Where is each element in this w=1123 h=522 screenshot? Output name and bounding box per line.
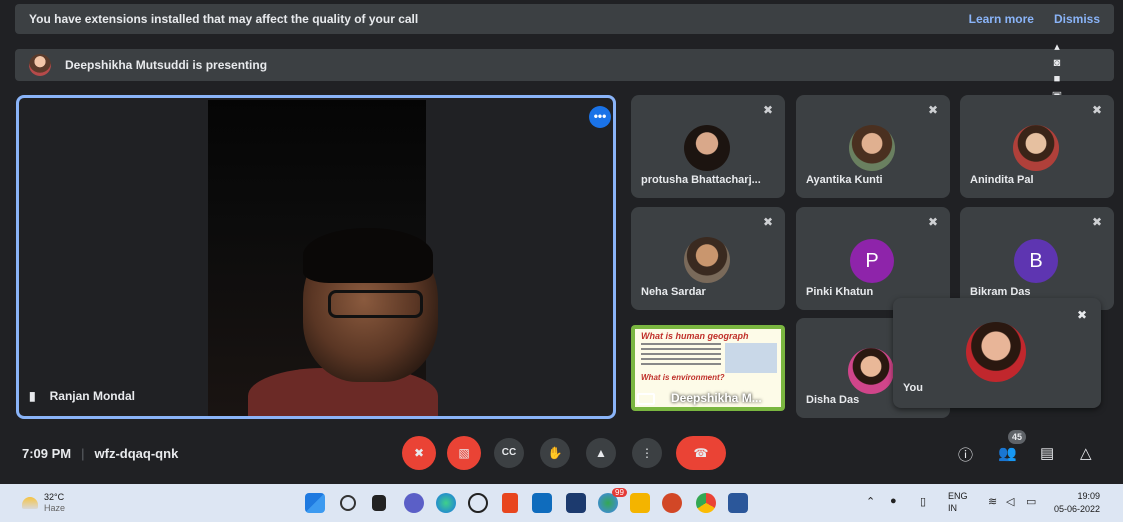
participant-photo: [684, 237, 730, 283]
participant-name: Anindita Pal: [970, 174, 1034, 186]
mic-off-icon: ✖: [762, 103, 773, 117]
mic-off-icon: ✖: [927, 103, 938, 117]
participant-name: Bikram Das: [970, 286, 1031, 298]
captions-button[interactable]: CC: [494, 438, 524, 468]
volume-icon[interactable]: ◁: [1006, 495, 1014, 508]
windows-taskbar: 32°C Haze 99 ⌃ ● ▯ ENG IN ≋ ◁ ▭ 19:09 05…: [0, 484, 1123, 522]
weather-condition: Haze: [44, 503, 66, 513]
weather-widget[interactable]: 32°C Haze: [22, 492, 65, 514]
office-icon[interactable]: [502, 493, 518, 513]
language-indicator[interactable]: ENG IN: [948, 490, 968, 514]
people-icon[interactable]: 👥: [998, 444, 1017, 462]
presentation-name: Deepshikha M...: [671, 391, 762, 405]
presenting-text: Deepshikha Mutsuddi is presenting: [65, 58, 268, 72]
dell-icon[interactable]: [468, 493, 488, 513]
activities-icon[interactable]: △: [1080, 444, 1092, 462]
media-icon[interactable]: [566, 493, 586, 513]
main-video-tile[interactable]: ••• ▮ Ranjan Mondal: [16, 95, 616, 419]
participant-name: Ayantika Kunti: [806, 174, 883, 186]
pin-icon[interactable]: ▮: [29, 389, 36, 403]
participant-photo: [1013, 125, 1059, 171]
system-clock[interactable]: 19:09 05-06-2022: [1054, 490, 1100, 516]
participant-photo: [684, 125, 730, 171]
presentation-tile[interactable]: What is human geograph What is environme…: [631, 325, 785, 411]
participant-tile[interactable]: ✖ protusha Bhattacharj...: [631, 95, 785, 198]
app-tray-icon[interactable]: ●: [890, 495, 897, 507]
task-view-icon[interactable]: [372, 495, 386, 511]
mic-off-icon: ✖: [927, 215, 938, 229]
dismiss-link[interactable]: Dismiss: [1054, 12, 1100, 26]
powerpoint-icon[interactable]: [662, 493, 682, 513]
participant-avatar-letter: P: [850, 239, 894, 283]
video-icon[interactable]: ■: [1054, 73, 1061, 85]
mic-off-icon: ✖: [1091, 215, 1102, 229]
search-icon[interactable]: [340, 495, 356, 511]
participant-tile[interactable]: ✖ Anindita Pal: [960, 95, 1114, 198]
mic-off-icon: ✖: [1076, 308, 1087, 322]
info-icon[interactable]: ⓘ: [958, 444, 973, 465]
main-tile-label: ▮ Ranjan Mondal: [29, 389, 135, 403]
edge-icon[interactable]: [436, 493, 456, 513]
participant-photo: [848, 348, 894, 394]
mic-tray-icon[interactable]: ▯: [920, 495, 926, 508]
participant-name: Neha Sardar: [641, 286, 706, 298]
battery-icon[interactable]: ▭: [1026, 495, 1036, 508]
presenting-bar: Deepshikha Mutsuddi is presenting: [15, 49, 1114, 81]
mic-toggle-button[interactable]: ✖: [402, 436, 436, 470]
self-name: You: [903, 382, 923, 394]
hangup-button[interactable]: ☎: [676, 436, 726, 470]
people-count-badge: 45: [1008, 430, 1026, 444]
start-icon[interactable]: [305, 493, 325, 513]
extensions-banner: You have extensions installed that may a…: [15, 4, 1114, 34]
participant-name: protusha Bhattacharj...: [641, 174, 761, 186]
self-tile[interactable]: ✖ You: [893, 298, 1101, 408]
presenter-avatar: [29, 54, 51, 76]
meeting-time: 7:09 PM: [22, 446, 72, 461]
more-options-button[interactable]: ⋮: [632, 438, 662, 468]
more-horiz-icon[interactable]: •••: [589, 106, 611, 128]
chrome-icon[interactable]: [696, 493, 716, 513]
region-code: IN: [948, 503, 957, 513]
clock-time: 19:09: [1077, 491, 1101, 501]
slide-subtitle: What is environment?: [641, 373, 725, 382]
chat-icon[interactable]: ▤: [1040, 444, 1054, 462]
word-icon[interactable]: [728, 493, 748, 513]
present-button[interactable]: ▲: [586, 438, 616, 468]
meeting-info: 7:09 PM | wfz-dqaq-qnk: [22, 446, 179, 461]
file-explorer-icon[interactable]: [630, 493, 650, 513]
main-tile-name: Ranjan Mondal: [49, 389, 135, 403]
notification-badge: 99: [612, 488, 627, 497]
bottom-control-bar: 7:09 PM | wfz-dqaq-qnk ✖ ▧ CC ✋ ▲ ⋮ ☎ ⓘ …: [0, 430, 1123, 478]
mic-off-icon: ✖: [762, 215, 773, 229]
participant-tile[interactable]: ✖ Ayantika Kunti: [796, 95, 950, 198]
raise-hand-button[interactable]: ✋: [540, 438, 570, 468]
participant-name: Pinki Khatun: [806, 286, 874, 298]
wifi-icon[interactable]: ≋: [988, 495, 997, 508]
participant-tile[interactable]: ✖ Neha Sardar: [631, 207, 785, 310]
participant-photo: [849, 125, 895, 171]
learn-more-link[interactable]: Learn more: [969, 12, 1034, 26]
participant-tile[interactable]: ✖ B Bikram Das: [960, 207, 1114, 310]
clock-date: 05-06-2022: [1054, 504, 1101, 514]
language-code: ENG: [948, 491, 968, 501]
screenshot-icon[interactable]: ◙: [1054, 57, 1061, 69]
participant-avatar-letter: B: [1014, 239, 1058, 283]
weather-icon: [22, 497, 38, 509]
participant-tile[interactable]: ✖ P Pinki Khatun: [796, 207, 950, 310]
camera-toggle-button[interactable]: ▧: [447, 436, 481, 470]
chat-app-icon[interactable]: [404, 493, 424, 513]
self-photo: [966, 322, 1026, 382]
mic-off-icon: ✖: [1091, 103, 1102, 117]
present-icon: [637, 393, 655, 405]
main-video-feed: [208, 100, 438, 416]
chevron-up-icon[interactable]: ⌃: [866, 495, 875, 508]
mail-icon[interactable]: [532, 493, 552, 513]
banner-message: You have extensions installed that may a…: [29, 12, 419, 26]
pin-icon[interactable]: ▴: [1054, 40, 1060, 53]
meeting-code: wfz-dqaq-qnk: [94, 446, 179, 461]
slide-title: What is human geograph: [641, 331, 749, 341]
temperature: 32°C: [44, 492, 65, 502]
